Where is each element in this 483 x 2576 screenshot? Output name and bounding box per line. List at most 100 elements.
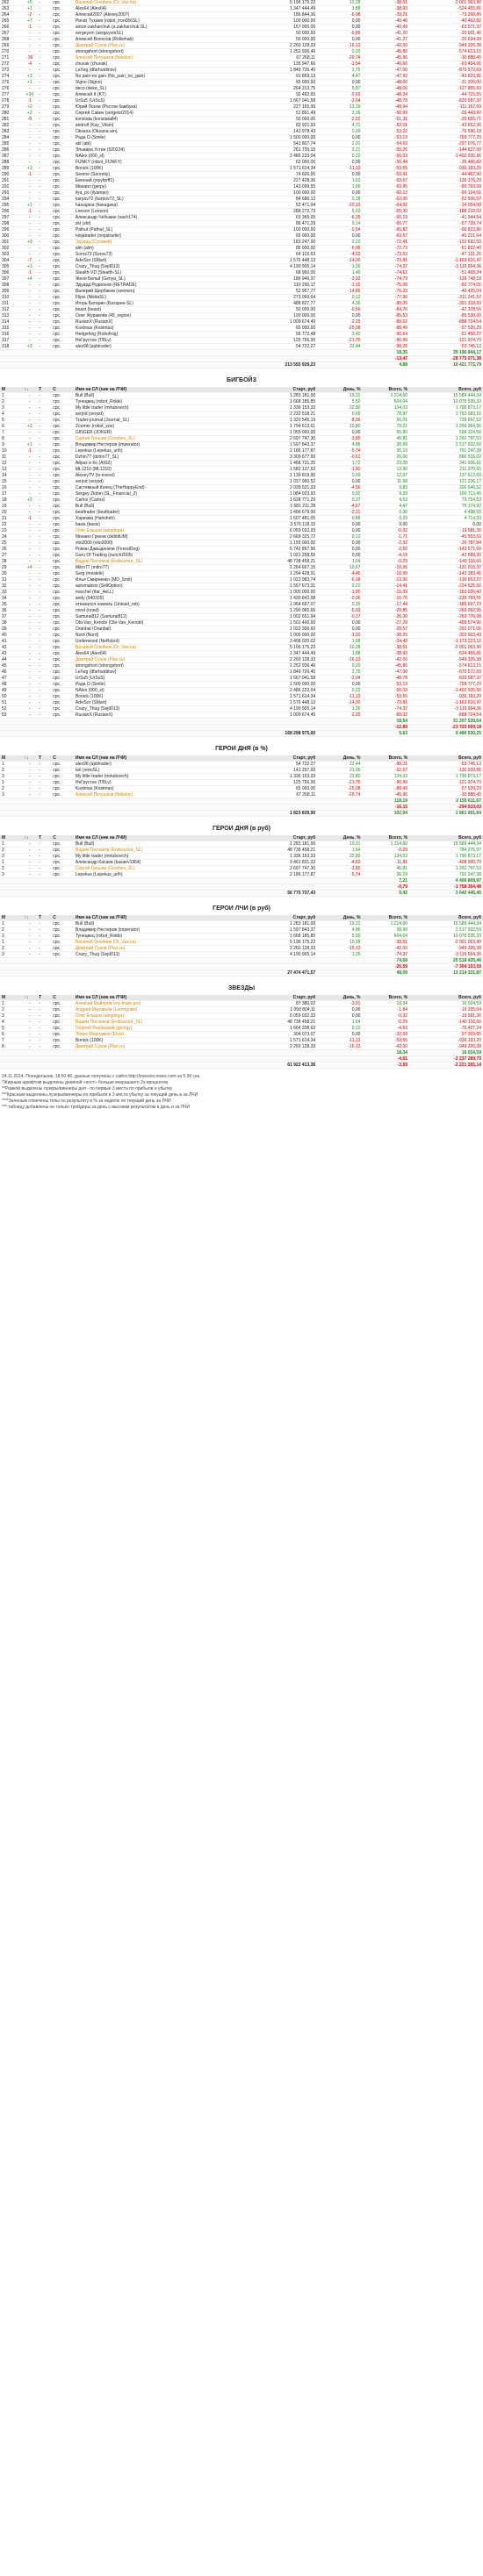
cell-name[interactable]: Underwood (NeRobot)	[73, 638, 238, 645]
cell-name[interactable]: Lepekus (Lepekus_urih)	[73, 447, 238, 454]
cell-name[interactable]: LeXeg (dfarhutdinov)	[73, 67, 238, 74]
cell-name[interactable]: Mitro77 (mitro77)	[73, 564, 238, 571]
cell-name[interactable]: deco (deko_SL)	[73, 85, 238, 92]
cell-name[interactable]: FUNKY (robot_FUNKY)	[73, 159, 238, 166]
cell-name[interactable]: Сергей Грошев (Groshev_SL)	[73, 435, 238, 442]
cell-name[interactable]: Дмитрий Сухов (Plan.ru)	[73, 42, 238, 49]
cell-name[interactable]: Юрий Лосев (Ростов бамбука)	[73, 104, 238, 111]
cell-name[interactable]: RusianX (RusianX)	[73, 712, 238, 719]
cell-name[interactable]: LeXeg (dfarhutdinov)	[73, 669, 238, 676]
cell-name[interactable]: Олег Журавлёв (45_region)	[73, 312, 238, 319]
cell-name[interactable]: alex98 (apbtrader)	[73, 343, 238, 350]
cell-name[interactable]: strongshort (strongshort)	[73, 662, 238, 669]
cell-name[interactable]: Bull (Bull)	[73, 503, 238, 510]
cell-name[interactable]: Владимир Нестеров (imperator)	[73, 441, 238, 448]
cell-name[interactable]: НеГрустне (TBLv)	[73, 337, 238, 344]
cell-name[interactable]: Bonick (100K)	[73, 1037, 238, 1044]
cell-name[interactable]: AdviSor (SMart)	[73, 257, 238, 264]
cell-name[interactable]: Алексей К (KT)	[73, 91, 238, 98]
cell-name[interactable]: Pafnut (Pafnut_SL)	[73, 226, 238, 233]
cell-name[interactable]: serjod (serjod)	[73, 411, 238, 418]
cell-name[interactable]: Hedgehog (Robofrog)	[73, 331, 238, 338]
cell-name[interactable]: chuvak (chuvak)	[73, 61, 238, 68]
cell-name[interactable]: Рада О (Smile)	[73, 681, 238, 688]
cell-name[interactable]: Алексей2007 (Alexey2007)	[73, 11, 238, 18]
cell-name[interactable]: НеГрустне (TBLv)	[73, 779, 238, 786]
cell-name[interactable]: Илья Смирненко (MD_Smit)	[73, 576, 238, 583]
cell-name[interactable]: larl (orenSL)	[73, 767, 238, 774]
cell-name[interactable]: Flipsi (NikitaSL)	[73, 294, 238, 301]
cell-name[interactable]: andy (540329)	[73, 595, 238, 602]
cell-name[interactable]: androlf (Kay_Vitsin)	[73, 122, 238, 129]
cell-name[interactable]: Дмитрий Сухов (Plan.ru)	[73, 945, 238, 952]
cell-name[interactable]: UrSu5 (UrSuS)	[73, 675, 238, 682]
cell-name[interactable]: zkt (zkt)	[73, 220, 238, 227]
cell-name[interactable]: AlexeyTV (tv-invest)	[73, 472, 238, 479]
cell-name[interactable]: nnnd (nnnd)	[73, 607, 238, 614]
cell-name[interactable]: Oranbal (Oranbal)	[73, 626, 238, 633]
cell-name[interactable]: My little trader (mrtubovich)	[73, 404, 238, 411]
cell-name[interactable]: Bull (Bull)	[73, 841, 238, 848]
cell-name[interactable]: Serg (moskrik)	[73, 570, 238, 577]
cell-name[interactable]: Crazy_Thug (Sejd013)	[73, 263, 238, 270]
cell-name[interactable]: sergeyvm (sergeyvmSL)	[73, 30, 238, 37]
cell-name[interactable]: Dzhin77 (dzhin77_SL)	[73, 454, 238, 461]
cell-name[interactable]: beast (beast)	[73, 306, 238, 313]
cell-name[interactable]: serjod (serjod)	[73, 478, 238, 485]
cell-name[interactable]: Вадим Писчиков (Endeavour_SL)	[73, 1019, 238, 1026]
cell-name[interactable]: Алексей Петушков (flakelox)	[73, 54, 238, 61]
cell-name[interactable]: Trader-journal (Journal_SL)	[73, 417, 238, 424]
cell-name[interactable]: Женя Бельй (Genya_SL)	[73, 275, 238, 283]
cell-name[interactable]: Олег Ельцов (alegdega)	[73, 1013, 238, 1020]
cell-name[interactable]: Олег Ельцов (alegdega)	[73, 527, 238, 534]
cell-name[interactable]: Роман Давыденков (ForestDog)	[73, 546, 238, 553]
cell-name[interactable]: Oksana (Oksana-ain)	[73, 128, 238, 135]
cell-name[interactable]: Эдуард (Суховей)	[73, 239, 238, 246]
cell-name[interactable]: Stealth-VD (Stealth-SL)	[73, 269, 238, 276]
cell-name[interactable]: hasugasa (hasugasa)	[73, 202, 238, 209]
cell-name[interactable]: NAlex (000_sl)	[73, 687, 238, 694]
cell-name[interactable]: vito2000 (vito2000)	[73, 540, 238, 547]
cell-name[interactable]: No pain-no gain (No_pain_no_gain)	[73, 73, 238, 80]
cell-name[interactable]: alex98 (apbtrader)	[73, 761, 238, 768]
cell-name[interactable]: RusianX (RusianX)	[73, 318, 238, 326]
cell-name[interactable]: Василий Олейник (Dr_Vas-ka)	[73, 939, 238, 946]
cell-name[interactable]: My little trader (mrtubovich)	[73, 853, 238, 860]
cell-name[interactable]: abl (abl)	[73, 140, 238, 147]
cell-name[interactable]: Сергей Грошев (Groshev_SL)	[73, 865, 238, 872]
cell-name[interactable]: anton-zakharchuk (a.zakharchuk.SL)	[73, 24, 238, 31]
cell-name[interactable]: basis (basis)	[73, 521, 238, 528]
cell-name[interactable]: Kostmas (Kostmas)	[73, 785, 238, 792]
cell-name[interactable]: Айрат и Ко (AIG2)	[73, 460, 238, 467]
cell-name[interactable]: Ринат Тухаев (robot_iron056SL)	[73, 18, 238, 25]
cell-name[interactable]: Александр Чебыкин (sach174)	[73, 214, 238, 221]
cell-name[interactable]: отказался назвать (Unkuid_reb)	[73, 601, 238, 608]
cell-name[interactable]: Sergey Zlobin (SL_Financial_2)	[73, 490, 238, 497]
cell-name[interactable]: Guru Of Trading (ourich2005)	[73, 552, 238, 559]
cell-name[interactable]: Сергей Савин (sergeist2014)	[73, 110, 238, 117]
cell-name[interactable]: Валерий Щербаков (seemen)	[73, 288, 238, 295]
cell-name[interactable]: Вадим Писчиков (Endeavour_SL)	[73, 847, 238, 854]
cell-name[interactable]: Bonick (100K)	[73, 693, 238, 700]
cell-name[interactable]: Carlos (Carlos)	[73, 497, 238, 504]
cell-name[interactable]: Георгий Вербицкий (georgy)	[73, 1025, 238, 1032]
cell-name[interactable]: GINGER (JOKER)	[73, 429, 238, 436]
cell-name[interactable]: karpov72 (karpov72_SL)	[73, 196, 238, 203]
cell-name[interactable]: ninjatrader (ninjatrader)	[73, 233, 238, 240]
cell-name[interactable]: Александр Касаев (kasaev1964)	[73, 859, 238, 866]
cell-name[interactable]: Игорь Батарин (Батарин-SL)	[73, 300, 238, 307]
cell-name[interactable]: Эльвира Устин (520224)	[73, 147, 238, 154]
cell-name[interactable]: Алексей Майоров (my-trade.pro)	[73, 1000, 238, 1007]
cell-name[interactable]: Zoomer (robot_zoo)	[73, 423, 238, 430]
cell-name[interactable]: Василий Олейник (Dr_Vas-ka)	[73, 644, 238, 651]
cell-name[interactable]: Харизма (Harisheh)	[73, 515, 238, 522]
cell-name[interactable]: Системный Конец (TheHappyEnd)	[73, 484, 238, 491]
cell-name[interactable]: Дмитрий Сухов (Plan.ru)	[73, 656, 238, 663]
cell-name[interactable]: Эдуард Родионов (RETRADE)	[73, 282, 238, 289]
cell-name[interactable]: Элвис Марламов (Elvis)	[73, 1031, 238, 1038]
cell-name[interactable]: Алексей Волосов (Rollsmab)	[73, 36, 238, 43]
cell-name[interactable]: Leeson (Leeson)	[73, 208, 238, 215]
cell-name[interactable]: strongshort (strongshort)	[73, 48, 238, 55]
cell-name[interactable]: Bull (Bull)	[73, 392, 238, 399]
cell-name[interactable]: My little trader (mrtubovich)	[73, 773, 238, 780]
